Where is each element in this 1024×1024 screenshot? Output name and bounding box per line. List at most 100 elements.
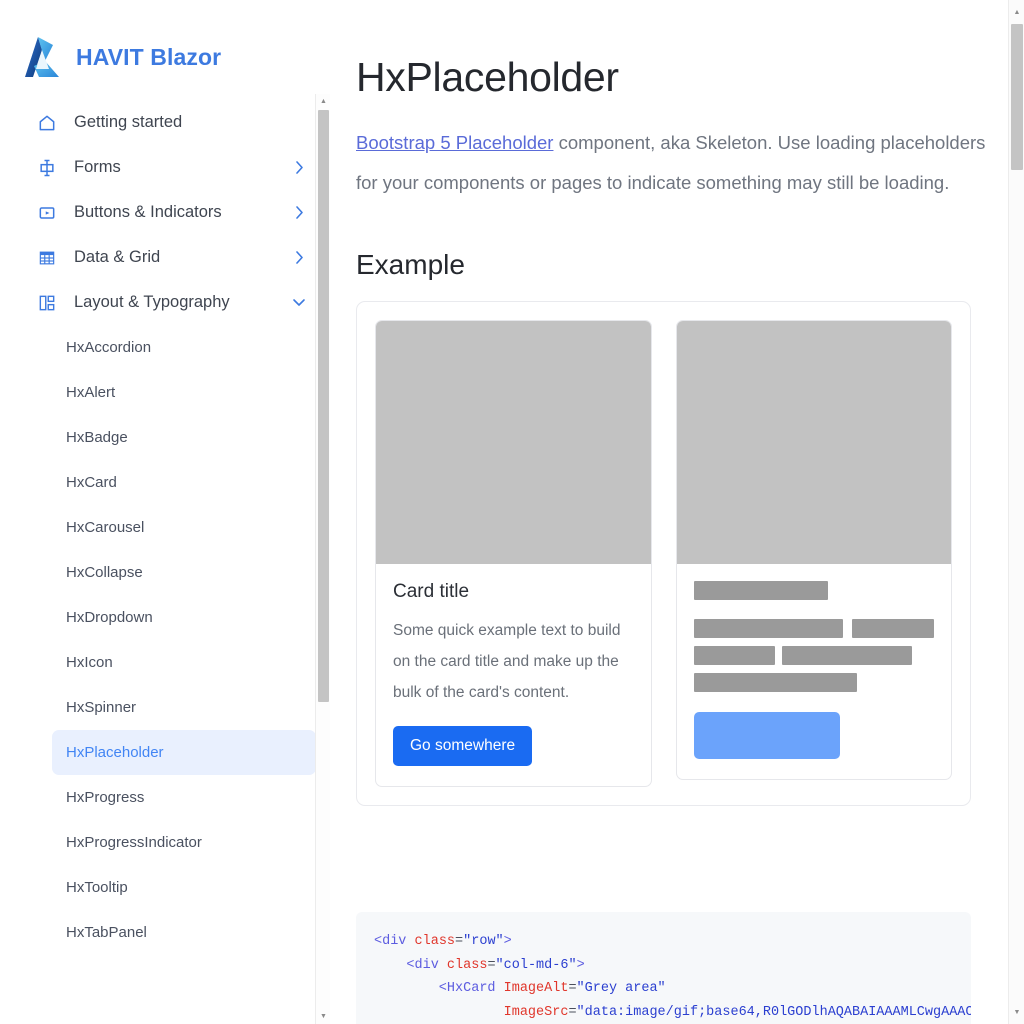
app-window: HAVIT Blazor Getting started Forms Butto… (0, 0, 1024, 1024)
sidebar-subitem-hxcarousel[interactable]: HxCarousel (52, 505, 316, 550)
code-token: class (446, 957, 488, 973)
placeholder-card (675, 320, 952, 780)
placeholder-bar (782, 646, 913, 665)
sidebar: HAVIT Blazor Getting started Forms Butto… (0, 0, 332, 1024)
sidebar-nav-scroll-area: Getting started Forms Buttons & Indicato… (0, 94, 332, 1024)
sidebar-subitem-label: HxTabPanel (66, 924, 147, 941)
code-token: > (503, 934, 512, 949)
placeholder-text-row (693, 619, 935, 638)
example-demo-panel: Card title Some quick example text to bu… (356, 301, 971, 806)
sidebar-subitem-hxcard[interactable]: HxCard (52, 460, 316, 505)
sidebar-item-label: Getting started (74, 113, 183, 131)
sidebar-item-data-grid[interactable]: Data & Grid (0, 235, 332, 280)
code-token: = (568, 1004, 577, 1020)
code-token: ImageSrc (503, 1004, 569, 1020)
sidebar-item-buttons-indicators[interactable]: Buttons & Indicators (0, 190, 332, 235)
sidebar-subitem-label: HxCarousel (66, 519, 145, 536)
sidebar-subitem-label: HxDropdown (66, 609, 153, 626)
placeholder-bar (693, 581, 829, 600)
sidebar-item-layout-typography[interactable]: Layout & Typography (0, 280, 332, 325)
placeholder-bar (852, 619, 934, 638)
code-token: = (568, 981, 577, 996)
sidebar-item-forms[interactable]: Forms (0, 145, 332, 190)
sidebar-scrollbar-thumb[interactable] (318, 110, 329, 702)
sidebar-item-label: Buttons & Indicators (74, 203, 222, 221)
code-token: <div (374, 934, 415, 949)
placeholder-card-image (676, 321, 951, 564)
chevron-right-icon (292, 161, 306, 175)
card-body: Card title Some quick example text to bu… (376, 564, 651, 786)
sidebar-subitem-label: HxBadge (66, 429, 128, 446)
sidebar-subitem-hxtabpanel[interactable]: HxTabPanel (52, 910, 316, 955)
no-chevron (292, 116, 306, 130)
sidebar-subitem-hxdropdown[interactable]: HxDropdown (52, 595, 316, 640)
sidebar-item-getting-started[interactable]: Getting started (0, 100, 332, 145)
placeholder-text-row (693, 673, 935, 692)
sidebar-subitem-hxbadge[interactable]: HxBadge (52, 415, 316, 460)
scroll-up-arrow-icon[interactable]: ▲ (1009, 4, 1024, 20)
main-scrollbar[interactable]: ▲ ▼ (1008, 0, 1024, 1024)
chevron-down-icon (292, 296, 306, 310)
section-title-example: Example (356, 249, 465, 280)
code-token: "row" (463, 934, 504, 949)
page-title: HxPlaceholder (356, 54, 619, 100)
sidebar-subitem-hxprogress[interactable]: HxProgress (52, 775, 316, 820)
code-token: > (576, 957, 585, 973)
sidebar-subitem-hxalert[interactable]: HxAlert (52, 370, 316, 415)
sidebar-subitem-hxcollapse[interactable]: HxCollapse (52, 550, 316, 595)
code-token: "data:image/gif;base64,R0lGODlhAQABAIAAA… (576, 1004, 971, 1020)
go-somewhere-button[interactable]: Go somewhere (393, 726, 533, 766)
placeholder-button[interactable] (693, 712, 841, 759)
sidebar-subitem-label: HxIcon (66, 654, 113, 671)
code-lines: <div class="row"> <div class="col-md-6">… (374, 934, 971, 1020)
code-token: <div (374, 957, 447, 973)
play-box-icon (36, 202, 58, 224)
demo-column-left: Card title Some quick example text to bu… (375, 320, 652, 787)
card-title: Card title (393, 581, 470, 602)
placeholder-bar (693, 619, 843, 638)
scroll-down-arrow-icon[interactable]: ▼ (1009, 1004, 1024, 1020)
havit-mountain-logo-icon (25, 37, 59, 77)
sidebar-item-label: Layout & Typography (74, 293, 230, 311)
scroll-down-arrow-icon[interactable]: ▼ (316, 1009, 331, 1024)
lead-after-link: component, aka Skeleton. (553, 132, 773, 153)
bootstrap-placeholder-link[interactable]: Bootstrap 5 Placeholder (356, 132, 553, 153)
sidebar-subitem-label: HxProgressIndicator (66, 834, 202, 851)
main-content: HxPlaceholder Bootstrap 5 Placeholder co… (332, 0, 1024, 1024)
page-lead: Bootstrap 5 Placeholder component, aka S… (356, 123, 996, 203)
sidebar-subitem-label: HxCollapse (66, 564, 143, 581)
code-token: = (487, 957, 496, 973)
sidebar-subitem-hxaccordion[interactable]: HxAccordion (52, 325, 316, 370)
code-token: class (414, 934, 456, 949)
sidebar-subitem-label: HxCard (66, 474, 117, 491)
example-card: Card title Some quick example text to bu… (375, 320, 652, 787)
sidebar-scrollbar[interactable]: ▲ ▼ (315, 94, 330, 1024)
chevron-right-icon (292, 206, 306, 220)
code-token: <HxCard (374, 981, 504, 996)
demo-column-right (675, 320, 952, 787)
placeholder-card-body (677, 564, 952, 779)
placeholder-text-row (693, 646, 935, 665)
sidebar-item-label: Data & Grid (74, 248, 161, 266)
sidebar-subitem-hxicon[interactable]: HxIcon (52, 640, 316, 685)
home-icon (36, 112, 58, 134)
brand-header[interactable]: HAVIT Blazor (0, 0, 332, 92)
code-block[interactable]: <div class="row"> <div class="col-md-6">… (356, 912, 971, 1024)
sidebar-subitem-hxplaceholder[interactable]: HxPlaceholder (52, 730, 316, 775)
placeholder-bar (693, 673, 858, 692)
placeholder-bar (693, 646, 776, 665)
sidebar-subitem-hxspinner[interactable]: HxSpinner (52, 685, 316, 730)
sidebar-nav: Getting started Forms Buttons & Indicato… (0, 94, 332, 955)
chevron-right-icon (292, 251, 306, 265)
main-scrollbar-thumb[interactable] (1011, 24, 1023, 170)
sidebar-subitem-hxprogressindicator[interactable]: HxProgressIndicator (52, 820, 316, 865)
sidebar-item-label: Forms (74, 158, 121, 176)
sidebar-subitem-hxtooltip[interactable]: HxTooltip (52, 865, 316, 910)
sidebar-subitem-label: HxTooltip (66, 879, 128, 896)
sidebar-subitem-label: HxAccordion (66, 339, 152, 356)
code-token: = (455, 934, 464, 949)
code-snippet: <div class="row"> <div class="col-md-6">… (356, 912, 971, 1024)
scroll-up-arrow-icon[interactable]: ▲ (316, 94, 331, 109)
brand-name: HAVIT Blazor (76, 43, 222, 70)
